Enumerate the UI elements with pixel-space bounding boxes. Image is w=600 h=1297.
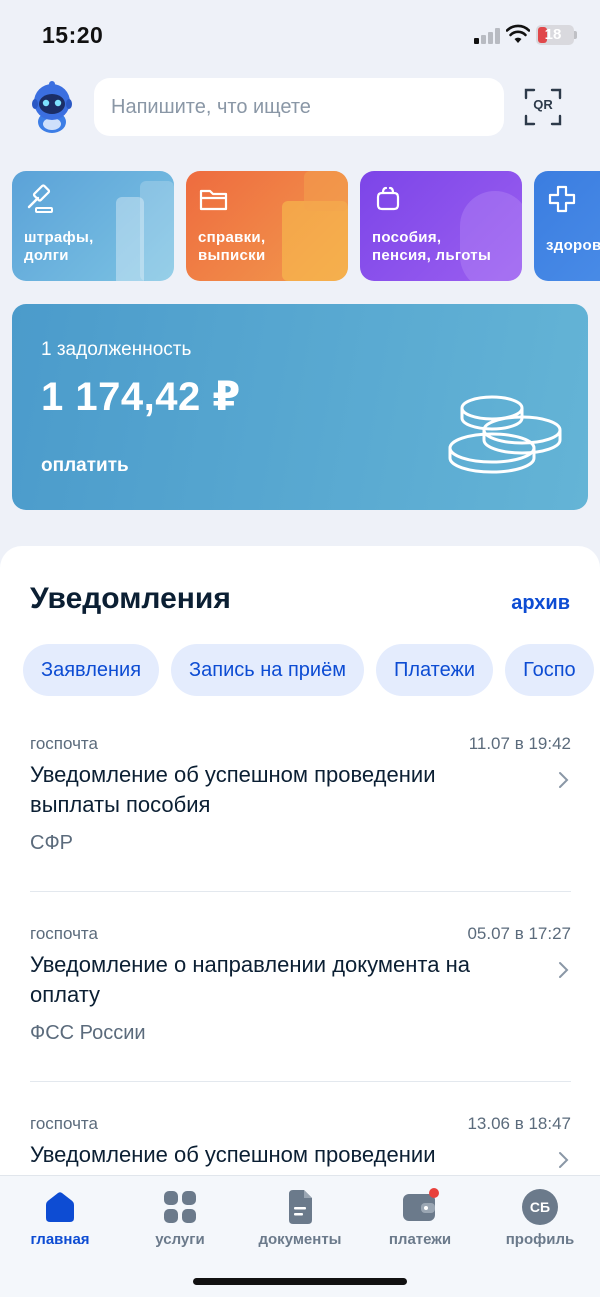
search-input[interactable]	[111, 95, 487, 119]
chip-appointment[interactable]: Запись на приём	[171, 644, 364, 696]
category-tiles: штрафы, долги справки, выписки пособия, …	[12, 171, 600, 281]
chip-gosmail[interactable]: Госпо	[505, 644, 594, 696]
notification-time: 05.07 в 17:27	[467, 924, 571, 943]
battery-icon: 18	[536, 25, 574, 45]
home-indicator[interactable]	[193, 1278, 407, 1285]
notification-time: 11.07 в 19:42	[468, 734, 571, 753]
notification-item[interactable]: госпочта 13.06 в 18:47 Уведомление об ус…	[30, 1114, 571, 1184]
debt-card[interactable]: 1 задолженность 1 174,42 ₽ оплатить	[12, 304, 588, 510]
tile-label: здоровье	[546, 237, 600, 254]
notification-title: Уведомление об успешном проведении	[30, 1142, 436, 1167]
debt-amount: 1 174,42 ₽	[41, 375, 241, 419]
nav-documents[interactable]: документы	[240, 1176, 360, 1256]
nav-label: профиль	[505, 1231, 575, 1248]
chevron-right-icon	[559, 1152, 569, 1168]
nav-payments[interactable]: платежи	[360, 1176, 480, 1256]
chevron-right-icon	[559, 962, 569, 978]
gavel-icon	[27, 184, 53, 213]
wifi-icon	[506, 24, 530, 43]
robot-assistant-icon[interactable]	[22, 78, 82, 138]
nav-label: платежи	[388, 1231, 452, 1248]
chip-payments[interactable]: Платежи	[375, 644, 494, 696]
tile-fines[interactable]: штрафы, долги	[12, 171, 174, 281]
chip-applications[interactable]: Заявления	[23, 644, 160, 696]
purse-icon	[376, 186, 400, 211]
coins-icon	[448, 395, 562, 474]
pay-button[interactable]: оплатить	[41, 455, 129, 477]
qr-label: QR	[533, 97, 553, 112]
divider	[30, 891, 571, 892]
debt-count: 1 задолженность	[41, 339, 192, 360]
folder-icon	[199, 189, 228, 211]
tile-label: пособия, пенсия, льготы	[372, 229, 492, 264]
nav-profile[interactable]: СБ профиль	[480, 1176, 600, 1256]
grid-icon	[164, 1191, 196, 1223]
notification-org: ФСС России	[30, 1022, 146, 1044]
home-icon	[46, 1192, 74, 1222]
wallet-icon	[403, 1188, 439, 1221]
signal-icon	[474, 28, 500, 44]
cross-icon	[548, 185, 576, 213]
filter-chips: Заявления Запись на приём Платежи Госпо	[23, 644, 600, 696]
tile-health[interactable]: здоровье	[534, 171, 600, 281]
notification-item[interactable]: госпочта 05.07 в 17:27 Уведомление о нап…	[30, 924, 571, 1054]
nav-services[interactable]: услуги	[120, 1176, 240, 1256]
tile-label: штрафы, долги	[24, 229, 94, 264]
nav-label: главная	[30, 1231, 90, 1248]
tile-label: справки, выписки	[198, 229, 266, 264]
chevron-right-icon	[559, 772, 569, 788]
tile-benefits[interactable]: пособия, пенсия, льготы	[360, 171, 522, 281]
notification-item[interactable]: госпочта 11.07 в 19:42 Уведомление об ус…	[30, 734, 571, 864]
notification-org: СФР	[30, 832, 73, 854]
notification-source: госпочта	[30, 924, 98, 943]
archive-link[interactable]: архив	[511, 592, 570, 615]
notification-source: госпочта	[30, 734, 98, 753]
battery-level: 18	[544, 26, 562, 43]
status-time: 15:20	[42, 22, 104, 48]
document-icon	[289, 1190, 312, 1224]
notifications-title: Уведомления	[30, 582, 231, 615]
notification-source: госпочта	[30, 1114, 98, 1133]
notification-title: Уведомление об успешном проведении выпла…	[30, 762, 436, 817]
tile-certificates[interactable]: справки, выписки	[186, 171, 348, 281]
notification-title: Уведомление о направлении документа на о…	[30, 952, 470, 1007]
avatar: СБ	[522, 1189, 558, 1225]
nav-label: услуги	[155, 1231, 205, 1248]
search-box[interactable]	[94, 78, 504, 136]
status-bar: 15:20 18	[0, 0, 600, 70]
nav-label: документы	[258, 1231, 342, 1248]
nav-home[interactable]: главная	[0, 1176, 120, 1256]
notification-time: 13.06 в 18:47	[467, 1114, 571, 1133]
divider	[30, 1081, 571, 1082]
qr-scan-button[interactable]: QR	[522, 86, 564, 128]
